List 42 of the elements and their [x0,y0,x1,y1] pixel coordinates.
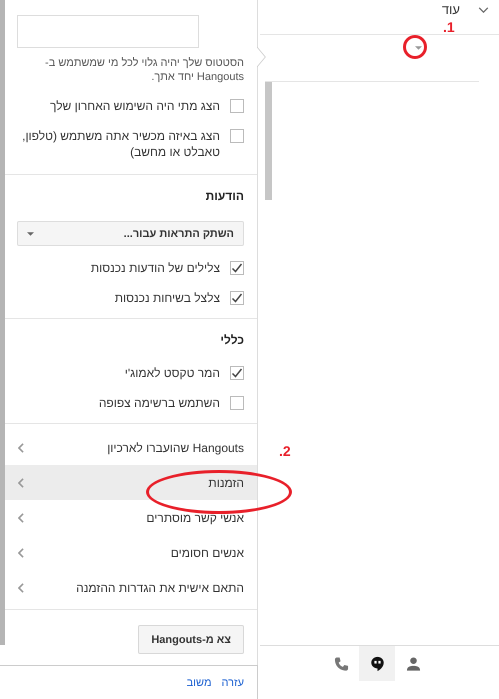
menu-item[interactable]: אנשים חסומים [5,535,257,570]
checkbox[interactable] [230,366,244,380]
option-label: הצג מתי היה השימוש האחרון שלך [50,98,220,114]
checkbox[interactable] [230,99,244,113]
checkbox[interactable] [230,129,244,143]
checkbox[interactable] [230,261,244,275]
phone-icon [334,656,348,672]
annotation-circle [403,35,427,59]
chevron-icon[interactable] [478,7,489,13]
chat-bubble-icon [370,656,384,672]
chevron-icon [18,548,24,558]
annotation-number: .2 [279,443,291,459]
menu-item[interactable]: הזמנות [5,465,257,500]
option-label: המר טקסט לאמוג'י [124,365,220,381]
scrollbar[interactable] [265,82,272,200]
section-heading: הודעות [204,189,244,203]
caret-icon [27,232,34,236]
checkbox[interactable] [230,396,244,410]
menu-item[interactable]: אנשי קשר מוסתרים [5,500,257,535]
section-heading: כללי [219,333,244,347]
option-label: צלצל בשיחות נכנסות [114,290,220,306]
footer-link[interactable]: משוב [186,676,212,688]
more-label: עוד [442,3,460,17]
exit-button[interactable]: צא מ-Hangouts [138,625,244,654]
chevron-icon [18,582,24,592]
chevron-icon [18,512,24,522]
person-icon [406,656,420,672]
caret-icon[interactable] [415,46,422,50]
annotation-number: .1 [443,19,455,35]
menu-item[interactable]: Hangouts שהועברו לארכיון [5,430,257,465]
option-label: הצג באיזה מכשיר אתה משתמש (טלפון, טאבלט או מחשב) [21,128,220,160]
option-label: השתמש ברשימה צפופה [98,395,220,411]
menu-item[interactable]: התאם אישית את הגדרות ההזמנה [5,570,257,605]
chevron-icon [18,478,24,488]
status-field[interactable] [17,15,199,48]
status-note: הסטטוס שלך יהיה גלוי לכל מי שמשתמש ב-Hangouts יחד אתך. [44,56,244,84]
tab[interactable] [359,646,395,681]
option-label: צלילים של הודעות נכנסות [90,260,220,276]
checkbox[interactable] [230,291,244,305]
mute-dropdown[interactable]: השתק התראות עבור... [17,221,244,246]
footer-link[interactable]: עזרה [222,676,244,688]
chevron-icon [18,442,24,452]
